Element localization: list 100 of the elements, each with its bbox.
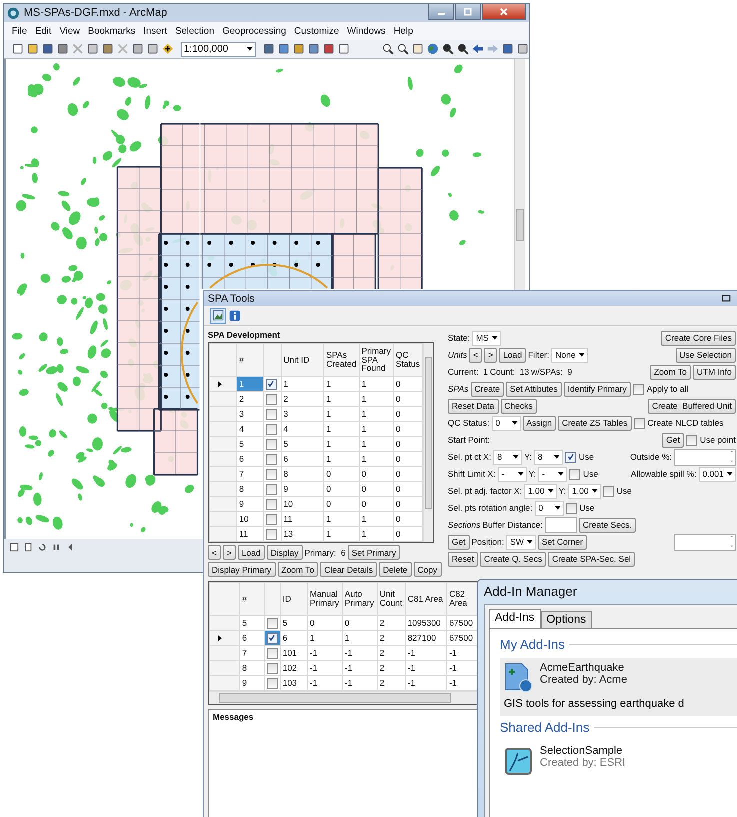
section-caption: Sections bbox=[448, 520, 481, 530]
table-cell: 0 bbox=[359, 496, 394, 512]
table-cell: 101 bbox=[280, 646, 308, 660]
table-cell: 1 bbox=[324, 512, 360, 526]
table-cell: 1 bbox=[236, 376, 264, 392]
table-cell: 827100 bbox=[405, 630, 447, 646]
addin-description: GIS tools for assessing earthquake d bbox=[504, 698, 684, 710]
checkbox-label: Use point bbox=[700, 435, 736, 445]
table-cell: 3 bbox=[236, 406, 264, 422]
addin-name: SelectionSample bbox=[540, 745, 624, 757]
field-label: Sel. pt ct X: bbox=[448, 452, 492, 462]
field-label: Sel. pts rotation angle: bbox=[448, 503, 533, 513]
table-cell: 4 bbox=[236, 422, 264, 436]
table-cell: 5 bbox=[236, 436, 264, 452]
table-cell: 0 bbox=[342, 616, 378, 630]
field-label: Outside %: bbox=[630, 452, 672, 462]
panel-title: Messages bbox=[213, 712, 254, 722]
table-cell: 1 bbox=[324, 526, 360, 542]
table-cell: 10 bbox=[236, 512, 264, 526]
table-cell: 1 bbox=[342, 630, 378, 646]
table-cell: 11 bbox=[236, 526, 264, 542]
table-cell: -1 bbox=[342, 660, 378, 676]
table-cell: 6 bbox=[240, 630, 264, 646]
group-title: Shared Add-Ins bbox=[500, 720, 590, 735]
table-cell: 8 bbox=[240, 660, 264, 676]
table-cell: 2 bbox=[377, 646, 406, 660]
table-cell: 7 bbox=[236, 466, 264, 482]
table-cell: 1 bbox=[359, 526, 394, 542]
table-cell: -1 bbox=[308, 660, 342, 676]
addin-author: Created by: Acme bbox=[540, 674, 628, 686]
table-cell: 6 bbox=[281, 452, 324, 466]
table-cell: 5 bbox=[240, 616, 264, 630]
table-cell: 1 bbox=[308, 630, 342, 646]
field-label: Current: 1 bbox=[448, 367, 488, 377]
addin-author: Created by: ESRI bbox=[540, 757, 626, 769]
table-cell: -1 bbox=[308, 646, 342, 660]
field-label: QC Status: bbox=[448, 418, 490, 428]
checkbox-label: Use bbox=[583, 469, 598, 479]
field-label: Count: 13 bbox=[490, 367, 530, 377]
field-label: Y: bbox=[528, 469, 536, 479]
field-label: Y: bbox=[524, 452, 532, 462]
table-cell: 6 bbox=[280, 630, 308, 646]
window-title: Add-In Manager bbox=[484, 584, 578, 599]
field-label: Allowable spill %: bbox=[631, 469, 697, 479]
field-label: Shift Limit X: bbox=[448, 469, 496, 479]
table-cell: 8 bbox=[236, 482, 264, 496]
table-cell: 1 bbox=[281, 376, 324, 392]
table-cell: 1 bbox=[359, 452, 394, 466]
window-title: MS-SPAs-DGF.mxd - ArcMap bbox=[24, 7, 168, 19]
table-cell: 1 bbox=[359, 422, 394, 436]
table-cell: 2 bbox=[377, 616, 406, 630]
table-cell: 3 bbox=[281, 406, 324, 422]
table-cell: 10 bbox=[281, 496, 324, 512]
table-cell: 0 bbox=[359, 482, 394, 496]
table-cell: 2 bbox=[377, 660, 406, 676]
table-cell: 13 bbox=[281, 526, 324, 542]
section-caption: Units bbox=[448, 350, 468, 360]
table-cell: 0 bbox=[324, 496, 360, 512]
table-cell: 9 bbox=[281, 482, 324, 496]
table-cell: 0 bbox=[308, 616, 342, 630]
table-cell: 0 bbox=[359, 466, 394, 482]
table-cell: 5 bbox=[280, 616, 308, 630]
field-label: Buffer Distance: bbox=[482, 520, 543, 530]
checkbox-label: Use bbox=[616, 486, 632, 496]
field-label: Sel. pt adj. factor X: bbox=[448, 486, 522, 496]
field-label: Position: bbox=[472, 537, 504, 547]
table-cell: 0 bbox=[324, 482, 360, 496]
table-cell: 1 bbox=[359, 376, 394, 392]
field-label: Filter: bbox=[528, 350, 550, 360]
table-cell: 1 bbox=[324, 392, 360, 406]
checkbox-label: Use bbox=[580, 503, 595, 513]
table-cell: -1 bbox=[405, 646, 447, 660]
addin-name: AcmeEarthquake bbox=[540, 662, 626, 674]
field-label: State: bbox=[448, 333, 470, 343]
table-cell: 1 bbox=[324, 452, 360, 466]
checkbox-label: Create NLCD tables bbox=[648, 418, 724, 428]
checkbox-label: Apply to all bbox=[646, 384, 689, 394]
table-cell: 1 bbox=[324, 376, 360, 392]
table-cell: 1 bbox=[324, 422, 360, 436]
table-cell: 2 bbox=[281, 392, 324, 406]
table-cell: -1 bbox=[405, 660, 447, 676]
group-title: My Add-Ins bbox=[500, 637, 566, 652]
table-cell: 1 bbox=[324, 406, 360, 422]
table-cell: 1 bbox=[359, 436, 394, 452]
field-label: Y: bbox=[558, 486, 566, 496]
table-cell: 5 bbox=[281, 436, 324, 452]
table-cell: 1 bbox=[324, 436, 360, 452]
field-label: Primary: 6 bbox=[304, 548, 346, 558]
window-title: SPA Tools bbox=[208, 292, 255, 304]
table-cell: 2 bbox=[236, 392, 264, 406]
checkbox-label: Use bbox=[579, 452, 594, 462]
field-label: Start Point: bbox=[448, 435, 490, 445]
table-cell: -1 bbox=[342, 646, 378, 660]
table-cell: 11 bbox=[281, 512, 324, 526]
table-cell: 9 bbox=[236, 496, 264, 512]
table-cell: 8 bbox=[281, 466, 324, 482]
table-cell: 1 bbox=[359, 392, 394, 406]
section-title: SPA Development bbox=[208, 330, 282, 340]
table-cell: 1 bbox=[359, 512, 394, 526]
table-cell: 1095300 bbox=[405, 616, 447, 630]
